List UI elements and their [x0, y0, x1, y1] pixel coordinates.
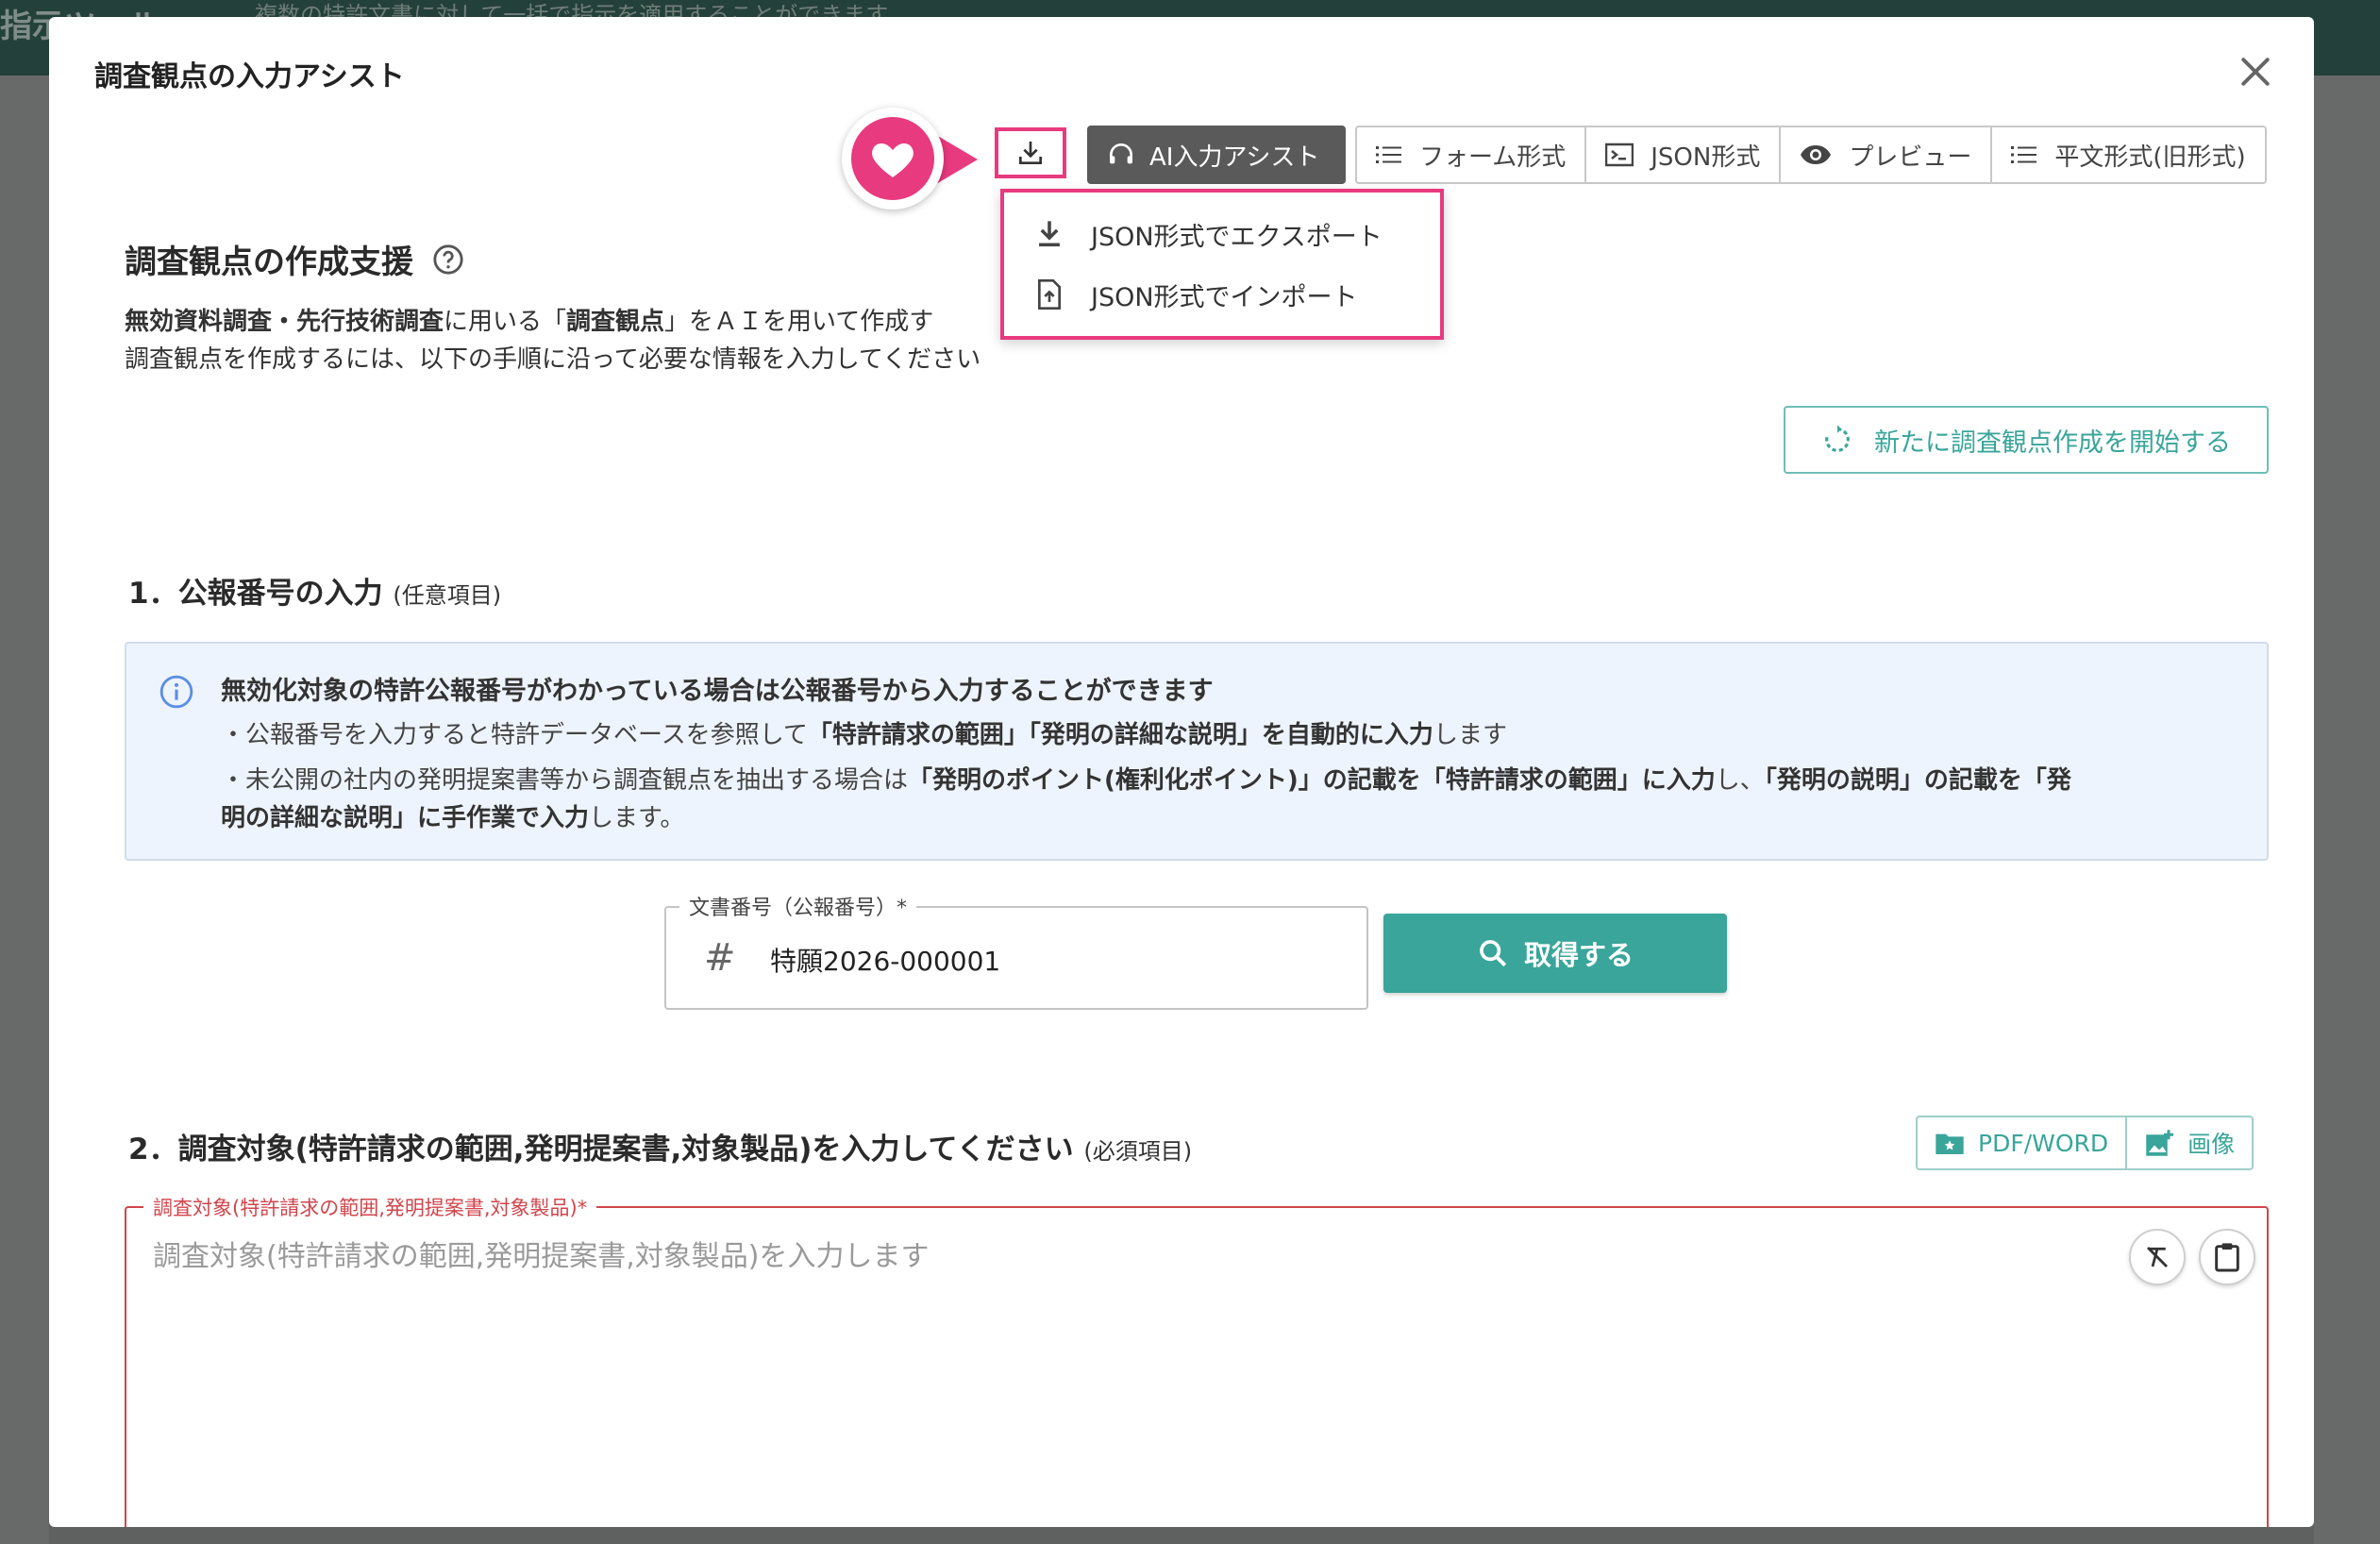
- info-line1-c: します: [1433, 721, 1507, 749]
- document-number-input[interactable]: [770, 944, 1336, 975]
- menu-item-import-label: JSON形式でインポート: [1091, 282, 1358, 312]
- background-right-panel: [2314, 76, 2380, 1544]
- add-image-icon: [2146, 1130, 2174, 1156]
- tab-json[interactable]: JSON形式: [1586, 127, 1782, 182]
- export-import-menu: JSON形式でエクスポート JSON形式でインポート: [1000, 189, 1444, 340]
- info-box: 無効化対象の特許公報番号がわかっている場合は公報番号から入力することができます …: [125, 642, 2269, 861]
- headset-icon: [1110, 143, 1132, 164]
- tab-preview-label: プレビュー: [1849, 143, 1972, 172]
- menu-item-export-json[interactable]: JSON形式でエクスポート: [1004, 204, 1440, 264]
- info-line2-a: ・未公開の社内の発明提案書等から調査観点を抽出する場合は: [221, 766, 909, 795]
- info-line3-b: します。: [589, 804, 685, 832]
- heart-icon: [872, 143, 913, 177]
- step2-required: (必須項目): [1083, 1138, 1193, 1165]
- modal-dialog: 調査観点の入力アシスト AI入力アシスト フォーム形式 JSON形式 プレビュー…: [49, 17, 2314, 1527]
- intro-text-b: 」をＡＩを用いて作成す: [664, 308, 934, 336]
- info-line3-a: 明の詳細な説明」に手作業で入力: [221, 804, 590, 832]
- intro-text-line1: 無効資料調査・先行技術調査に用いる「調査観点」をＡＩを用いて作成す: [125, 302, 933, 337]
- fetch-button-label: 取得する: [1523, 939, 1634, 971]
- upload-pdf-button[interactable]: PDF/WORD: [1918, 1117, 2128, 1168]
- paste-button[interactable]: [2199, 1229, 2255, 1285]
- download-menu-button[interactable]: [995, 127, 1066, 178]
- tab-form[interactable]: フォーム形式: [1357, 127, 1587, 182]
- menu-item-export-label: JSON形式でエクスポート: [1091, 222, 1383, 252]
- download-icon: [1039, 221, 1060, 247]
- view-mode-tabs: フォーム形式 JSON形式 プレビュー 平文形式(旧形式): [1355, 126, 2267, 184]
- clipboard-icon: [2215, 1243, 2239, 1272]
- tab-plaintext-label: 平文形式(旧形式): [2054, 143, 2246, 172]
- tab-form-label: フォーム形式: [1419, 143, 1567, 172]
- folder-star-icon: [1936, 1133, 1964, 1154]
- menu-item-import-json[interactable]: JSON形式でインポート: [1004, 264, 1440, 325]
- background-left-panel: [0, 76, 49, 1544]
- step1-title: 1．公報番号の入力: [128, 577, 383, 611]
- heart-badge: [842, 108, 944, 210]
- document-number-field: 文書番号（公報番号）* #: [664, 891, 1368, 1010]
- target-textarea[interactable]: [153, 1233, 2040, 1516]
- intro-bold-viewpoint: 調査観点: [566, 308, 665, 336]
- info-line2-b: 「発明のポイント(権利化ポイント)」の記載を「特許請求の範囲」に入力: [908, 766, 1716, 795]
- target-field-label: 調査対象(特許請求の範囲,発明提案書,対象製品)*: [143, 1193, 597, 1221]
- help-icon[interactable]: [432, 243, 464, 276]
- file-upload-icon: [1038, 279, 1061, 310]
- info-line2-d: 「発明の説明」の記載を「発: [1764, 766, 2071, 795]
- restart-button-label: 新たに調査観点作成を開始する: [1874, 428, 2231, 458]
- list-icon: [2011, 146, 2037, 163]
- target-field: 調査対象(特許請求の範囲,発明提案書,対象製品)*: [125, 1193, 2269, 1527]
- step2-title: 2．調査対象(特許請求の範囲,発明提案書,対象製品)を入力してください: [128, 1133, 1074, 1166]
- upload-image-button[interactable]: 画像: [2127, 1117, 2252, 1168]
- refresh-icon: [1825, 425, 1850, 452]
- tab-plaintext[interactable]: 平文形式(旧形式): [1992, 127, 2264, 182]
- step1-optional: (任意項目): [393, 582, 502, 609]
- info-line1-b: 「特許請求の範囲」「発明の詳細な説明」を自動的に入力: [807, 721, 1433, 749]
- terminal-icon: [1605, 143, 1634, 167]
- step1-heading: 1．公報番号の入力 (任意項目): [128, 569, 501, 612]
- clear-format-icon: [2147, 1247, 2168, 1267]
- intro-bold-survey: 無効資料調査・先行技術調査: [125, 308, 444, 336]
- upload-button-group: PDF/WORD 画像: [1916, 1116, 2254, 1170]
- ai-assist-label: AI入力アシスト: [1149, 143, 1320, 172]
- fetch-button[interactable]: 取得する: [1383, 914, 1727, 993]
- tab-preview[interactable]: プレビュー: [1781, 127, 1993, 182]
- step2-heading: 2．調査対象(特許請求の範囲,発明提案書,対象製品)を入力してください (必須項…: [128, 1125, 1192, 1167]
- tab-json-label: JSON形式: [1651, 143, 1761, 172]
- intro-text-a: に用いる「: [444, 308, 567, 336]
- info-line1: ・公報番号を入力すると特許データベースを参照して「特許請求の範囲」「発明の詳細な…: [221, 715, 1507, 750]
- info-icon: [159, 675, 193, 709]
- section-heading-text: 調査観点の作成支援: [125, 243, 413, 281]
- restart-button[interactable]: 新たに調査観点作成を開始する: [1784, 406, 2269, 474]
- info-title: 無効化対象の特許公報番号がわかっている場合は公報番号から入力することができます: [221, 677, 1214, 706]
- modal-title: 調査観点の入力アシスト: [94, 60, 405, 93]
- eye-icon: [1801, 145, 1832, 164]
- info-line2-c: し、: [1715, 766, 1765, 795]
- clear-format-button[interactable]: [2129, 1229, 2186, 1285]
- intro-text-line2: 調査観点を作成するには、以下の手順に沿って必要な情報を入力してください: [125, 345, 981, 374]
- info-line3: 明の詳細な説明」に手作業で入力します。: [221, 798, 684, 833]
- hash-icon: #: [704, 936, 736, 980]
- info-line2: ・未公開の社内の発明提案書等から調査観点を抽出する場合は「発明のポイント(権利化…: [221, 761, 2071, 796]
- info-line1-a: ・公報番号を入力すると特許データベースを参照して: [221, 721, 808, 749]
- upload-image-label: 画像: [2187, 1131, 2236, 1158]
- section-heading: 調査観点の作成支援: [125, 236, 464, 282]
- ai-assist-button[interactable]: AI入力アシスト: [1087, 126, 1346, 184]
- upload-pdf-label: PDF/WORD: [1978, 1129, 2109, 1157]
- download-icon: [1019, 142, 1042, 164]
- document-number-label: 文書番号（公報番号）*: [679, 891, 917, 921]
- list-icon: [1376, 146, 1401, 163]
- close-icon[interactable]: [2235, 51, 2276, 92]
- search-icon: [1480, 940, 1507, 967]
